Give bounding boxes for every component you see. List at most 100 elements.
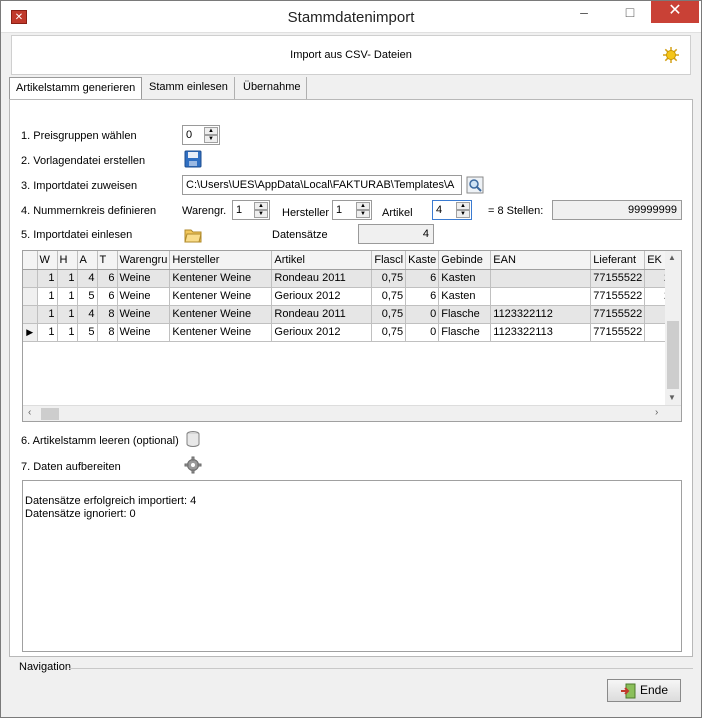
- spin-up-icon[interactable]: ▲: [356, 202, 370, 210]
- grid-cell[interactable]: Gerioux 2012: [271, 287, 373, 306]
- clear-database-icon[interactable]: [184, 430, 202, 448]
- table-row[interactable]: 1 1 4 8 Weine Kentener Weine Rondeau 201…: [23, 305, 680, 324]
- vertical-scroll-thumb[interactable]: [667, 321, 679, 389]
- scroll-left-icon[interactable]: ‹: [28, 407, 31, 418]
- grid-cell[interactable]: Weine: [117, 287, 171, 306]
- grid-cell[interactable]: 0,75: [371, 287, 407, 306]
- artikel-spinner[interactable]: 4 ▲ ▼: [432, 200, 472, 220]
- spin-up-icon[interactable]: ▲: [456, 202, 470, 210]
- grid-cell[interactable]: Weine: [117, 269, 171, 288]
- grid-cell[interactable]: 4: [77, 305, 98, 324]
- grid-cell[interactable]: 6: [97, 287, 118, 306]
- grid-cell[interactable]: Weine: [117, 323, 171, 342]
- grid-cell[interactable]: Kasten: [438, 269, 492, 288]
- spin-down-icon[interactable]: ▼: [254, 210, 268, 218]
- spin-down-icon[interactable]: ▼: [356, 210, 370, 218]
- grid-header-cell[interactable]: W: [37, 251, 58, 270]
- current-row-indicator-icon[interactable]: ▶: [23, 323, 38, 342]
- grid-cell[interactable]: 0,75: [371, 323, 407, 342]
- grid-cell[interactable]: Kentener Weine: [169, 305, 273, 324]
- grid-cell[interactable]: 1: [57, 269, 78, 288]
- grid-cell[interactable]: Rondeau 2011: [271, 305, 373, 324]
- open-folder-icon[interactable]: [184, 226, 202, 244]
- grid-cell[interactable]: Kentener Weine: [169, 323, 273, 342]
- grid-header-cell[interactable]: Flascl: [371, 251, 407, 270]
- grid-header-cell[interactable]: Gebinde: [438, 251, 492, 270]
- grid-cell[interactable]: 1: [57, 287, 78, 306]
- grid-cell[interactable]: 1: [57, 305, 78, 324]
- grid-cell[interactable]: 0,75: [371, 269, 407, 288]
- spin-down-icon[interactable]: ▼: [204, 135, 218, 143]
- grid-header-cell[interactable]: Hersteller: [169, 251, 273, 270]
- grid-cell[interactable]: Rondeau 2011: [271, 269, 373, 288]
- grid-header-cell[interactable]: Artikel: [271, 251, 373, 270]
- grid-cell[interactable]: 77155522: [590, 305, 646, 324]
- spin-up-icon[interactable]: ▲: [204, 127, 218, 135]
- minimize-button[interactable]: –: [561, 1, 607, 23]
- grid-horizontal-scrollbar[interactable]: ‹ ›: [23, 405, 681, 421]
- row-indicator[interactable]: [23, 305, 38, 324]
- grid-cell[interactable]: 6: [97, 269, 118, 288]
- grid-header-cell[interactable]: T: [97, 251, 118, 270]
- table-row[interactable]: 1 1 5 6 Weine Kentener Weine Gerioux 201…: [23, 287, 680, 306]
- scroll-right-icon[interactable]: ›: [655, 407, 658, 418]
- grid-cell[interactable]: Weine: [117, 305, 171, 324]
- grid-cell[interactable]: 77155522: [590, 323, 646, 342]
- table-row[interactable]: ▶ 1 1 5 8 Weine Kentener Weine Gerioux 2…: [23, 323, 680, 342]
- spin-up-icon[interactable]: ▲: [254, 202, 268, 210]
- importdatei-path-input[interactable]: C:\Users\UES\AppData\Local\FAKTURAB\Temp…: [182, 175, 462, 195]
- grid-cell[interactable]: 1: [57, 323, 78, 342]
- grid-cell[interactable]: 1: [37, 269, 58, 288]
- gear-icon[interactable]: [184, 456, 202, 474]
- grid-cell[interactable]: 8: [97, 305, 118, 324]
- grid-cell[interactable]: 6: [405, 269, 440, 288]
- row-indicator[interactable]: [23, 269, 38, 288]
- grid-cell[interactable]: 0: [405, 323, 440, 342]
- grid-cell[interactable]: 5: [77, 287, 98, 306]
- warengr-spinner[interactable]: 1 ▲ ▼: [232, 200, 270, 220]
- grid-vertical-scrollbar[interactable]: ▲ ▼: [665, 251, 681, 407]
- tab-artikelstamm-generieren[interactable]: Artikelstamm generieren: [9, 77, 143, 101]
- tab-stamm-einlesen[interactable]: Stamm einlesen: [143, 77, 235, 99]
- grid-cell[interactable]: 77155522: [590, 269, 646, 288]
- grid-cell[interactable]: 4: [77, 269, 98, 288]
- grid-header-cell[interactable]: EAN: [490, 251, 592, 270]
- grid-header-cell[interactable]: Kaste: [405, 251, 440, 270]
- grid-cell[interactable]: 1: [37, 305, 58, 324]
- table-row[interactable]: 1 1 4 6 Weine Kentener Weine Rondeau 201…: [23, 269, 680, 288]
- end-button[interactable]: Ende: [607, 679, 681, 702]
- grid-cell[interactable]: [490, 269, 592, 288]
- grid-cell[interactable]: Kentener Weine: [169, 287, 273, 306]
- hersteller-spinner[interactable]: 1 ▲ ▼: [332, 200, 372, 220]
- grid-cell[interactable]: Flasche: [438, 323, 492, 342]
- grid-cell[interactable]: 1123322113: [490, 323, 592, 342]
- grid-cell[interactable]: 8: [97, 323, 118, 342]
- grid-cell[interactable]: Kasten: [438, 287, 492, 306]
- tab-uebernahme[interactable]: Übernahme: [237, 77, 308, 99]
- scroll-down-icon[interactable]: ▼: [668, 393, 676, 402]
- grid-header-cell[interactable]: A: [77, 251, 98, 270]
- scroll-up-icon[interactable]: ▲: [668, 253, 676, 262]
- grid-cell[interactable]: Kentener Weine: [169, 269, 273, 288]
- spin-down-icon[interactable]: ▼: [456, 210, 470, 218]
- close-button[interactable]: ✕: [651, 1, 699, 23]
- grid-cell[interactable]: 6: [405, 287, 440, 306]
- grid-cell[interactable]: 1: [37, 323, 58, 342]
- grid-header-cell[interactable]: Warengru: [117, 251, 171, 270]
- row-indicator[interactable]: [23, 287, 38, 306]
- grid-cell[interactable]: 1: [37, 287, 58, 306]
- grid-cell[interactable]: 5: [77, 323, 98, 342]
- maximize-button[interactable]: □: [607, 1, 653, 23]
- grid-cell[interactable]: 0: [405, 305, 440, 324]
- grid-header-cell[interactable]: H: [57, 251, 78, 270]
- grid-cell[interactable]: Flasche: [438, 305, 492, 324]
- grid-cell[interactable]: [490, 287, 592, 306]
- import-data-grid[interactable]: W H A T Warengru Hersteller Artikel Flas…: [22, 250, 682, 422]
- browse-search-icon[interactable]: [466, 176, 484, 194]
- grid-cell[interactable]: Gerioux 2012: [271, 323, 373, 342]
- grid-cell[interactable]: 77155522: [590, 287, 646, 306]
- grid-cell[interactable]: 1123322112: [490, 305, 592, 324]
- preisgruppen-spinner[interactable]: 0 ▲ ▼: [182, 125, 220, 145]
- grid-header-cell[interactable]: Lieferant: [590, 251, 646, 270]
- horizontal-scroll-thumb[interactable]: [41, 408, 59, 420]
